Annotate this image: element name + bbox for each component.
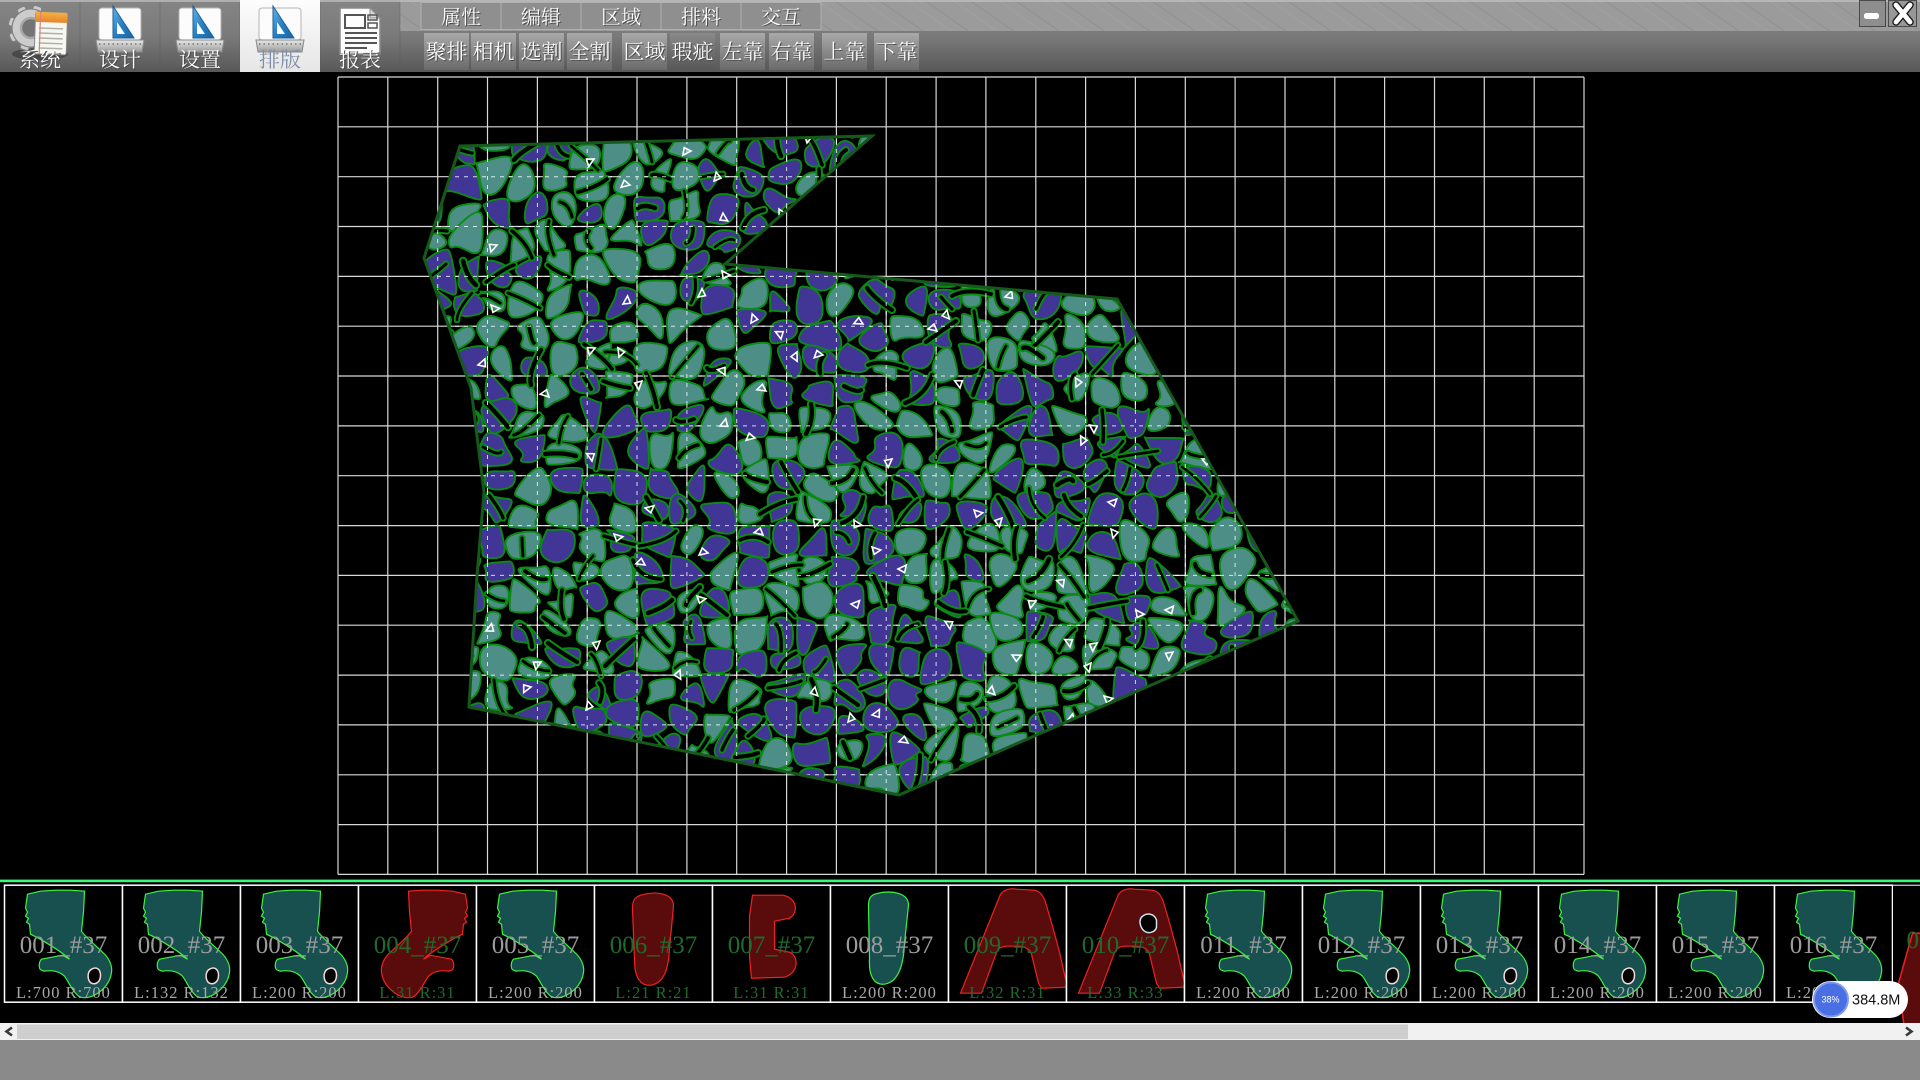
svg-text:L:200 R:200: L:200 R:200 (252, 983, 347, 1002)
svg-text:L:31 R:31: L:31 R:31 (379, 983, 455, 1002)
svg-text:003_#37: 003_#37 (256, 932, 344, 959)
svg-text:L:200 R:200: L:200 R:200 (1314, 983, 1409, 1002)
svg-text:012_#37: 012_#37 (1318, 932, 1406, 959)
svg-text:L:200 R:200: L:200 R:200 (1196, 983, 1291, 1002)
svg-text:016_#37: 016_#37 (1790, 932, 1878, 959)
svg-text:014_#37: 014_#37 (1554, 932, 1642, 959)
svg-text:011_#37: 011_#37 (1200, 932, 1287, 959)
svg-text:38%: 38% (1821, 995, 1839, 1005)
svg-text:L:132 R:132: L:132 R:132 (134, 983, 229, 1002)
svg-text:384.8M: 384.8M (1852, 993, 1900, 1009)
svg-text:013_#37: 013_#37 (1436, 932, 1524, 959)
svg-text:010_#37: 010_#37 (1082, 932, 1170, 959)
svg-text:006_#37: 006_#37 (610, 932, 698, 959)
svg-text:L:700 R:700: L:700 R:700 (16, 983, 111, 1002)
svg-text:L:200 R:200: L:200 R:200 (1550, 983, 1645, 1002)
svg-text:004_#37: 004_#37 (374, 932, 462, 959)
svg-text:015_#37: 015_#37 (1672, 932, 1760, 959)
svg-text:005_#37: 005_#37 (492, 932, 580, 959)
svg-text:008_#37: 008_#37 (846, 932, 934, 959)
svg-text:L:200 R:200: L:200 R:200 (1668, 983, 1763, 1002)
svg-text:001_#37: 001_#37 (20, 932, 108, 959)
svg-text:L:31 R:31: L:31 R:31 (733, 983, 809, 1002)
svg-text:L:32 R:31: L:32 R:31 (969, 983, 1045, 1002)
svg-text:009_#37: 009_#37 (964, 932, 1052, 959)
svg-text:L:21 R:21: L:21 R:21 (615, 983, 691, 1002)
svg-text:007_#37: 007_#37 (728, 932, 816, 959)
svg-text:L:200 R:200: L:200 R:200 (1432, 983, 1527, 1002)
svg-text:L:33 R:33: L:33 R:33 (1087, 983, 1163, 1002)
svg-text:L:200 R:200: L:200 R:200 (488, 983, 583, 1002)
svg-text:002_#37: 002_#37 (138, 932, 226, 959)
svg-text:L:200 R:200: L:200 R:200 (842, 983, 937, 1002)
svg-text:0: 0 (1907, 927, 1920, 954)
